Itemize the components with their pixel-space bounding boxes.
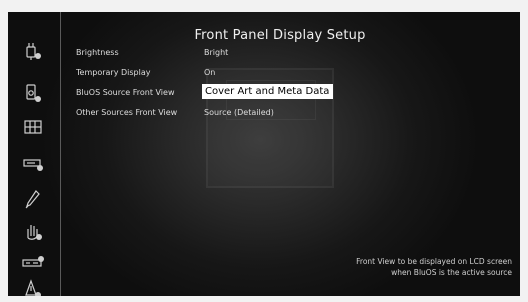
bottom-border [0,296,528,302]
help-text-line: when BluOS is the active source [391,268,512,277]
speaker-settings-icon[interactable] [20,82,46,104]
pen-icon[interactable] [20,188,46,210]
page-title: Front Panel Display Setup [194,28,366,43]
hand-settings-icon[interactable] [20,220,46,242]
setting-label: Brightness [76,48,119,57]
settings-sidebar [8,12,61,298]
setting-value-selected[interactable]: Cover Art and Meta Data [202,84,334,99]
setting-value[interactable]: Bright [204,48,228,57]
plug-settings-icon[interactable] [20,40,46,62]
top-border [0,0,528,12]
setting-label: Other Sources Front View [76,108,178,117]
setting-label: Temporary Display [76,68,151,77]
tv-screen: Front Panel Display Setup Brightness Bri… [0,0,528,302]
grid-settings-icon[interactable] [20,116,46,138]
help-text: Front View to be displayed on LCD screen… [312,256,512,278]
right-border [520,0,528,302]
device-settings-icon[interactable] [20,152,46,174]
setting-label: BluOS Source Front View [76,88,175,97]
setting-value[interactable]: On [204,68,215,77]
amplifier-settings-icon[interactable] [20,252,46,274]
setting-value[interactable]: Source (Detailed) [204,108,274,117]
left-border [0,0,8,302]
help-text-line: Front View to be displayed on LCD screen [356,257,512,266]
